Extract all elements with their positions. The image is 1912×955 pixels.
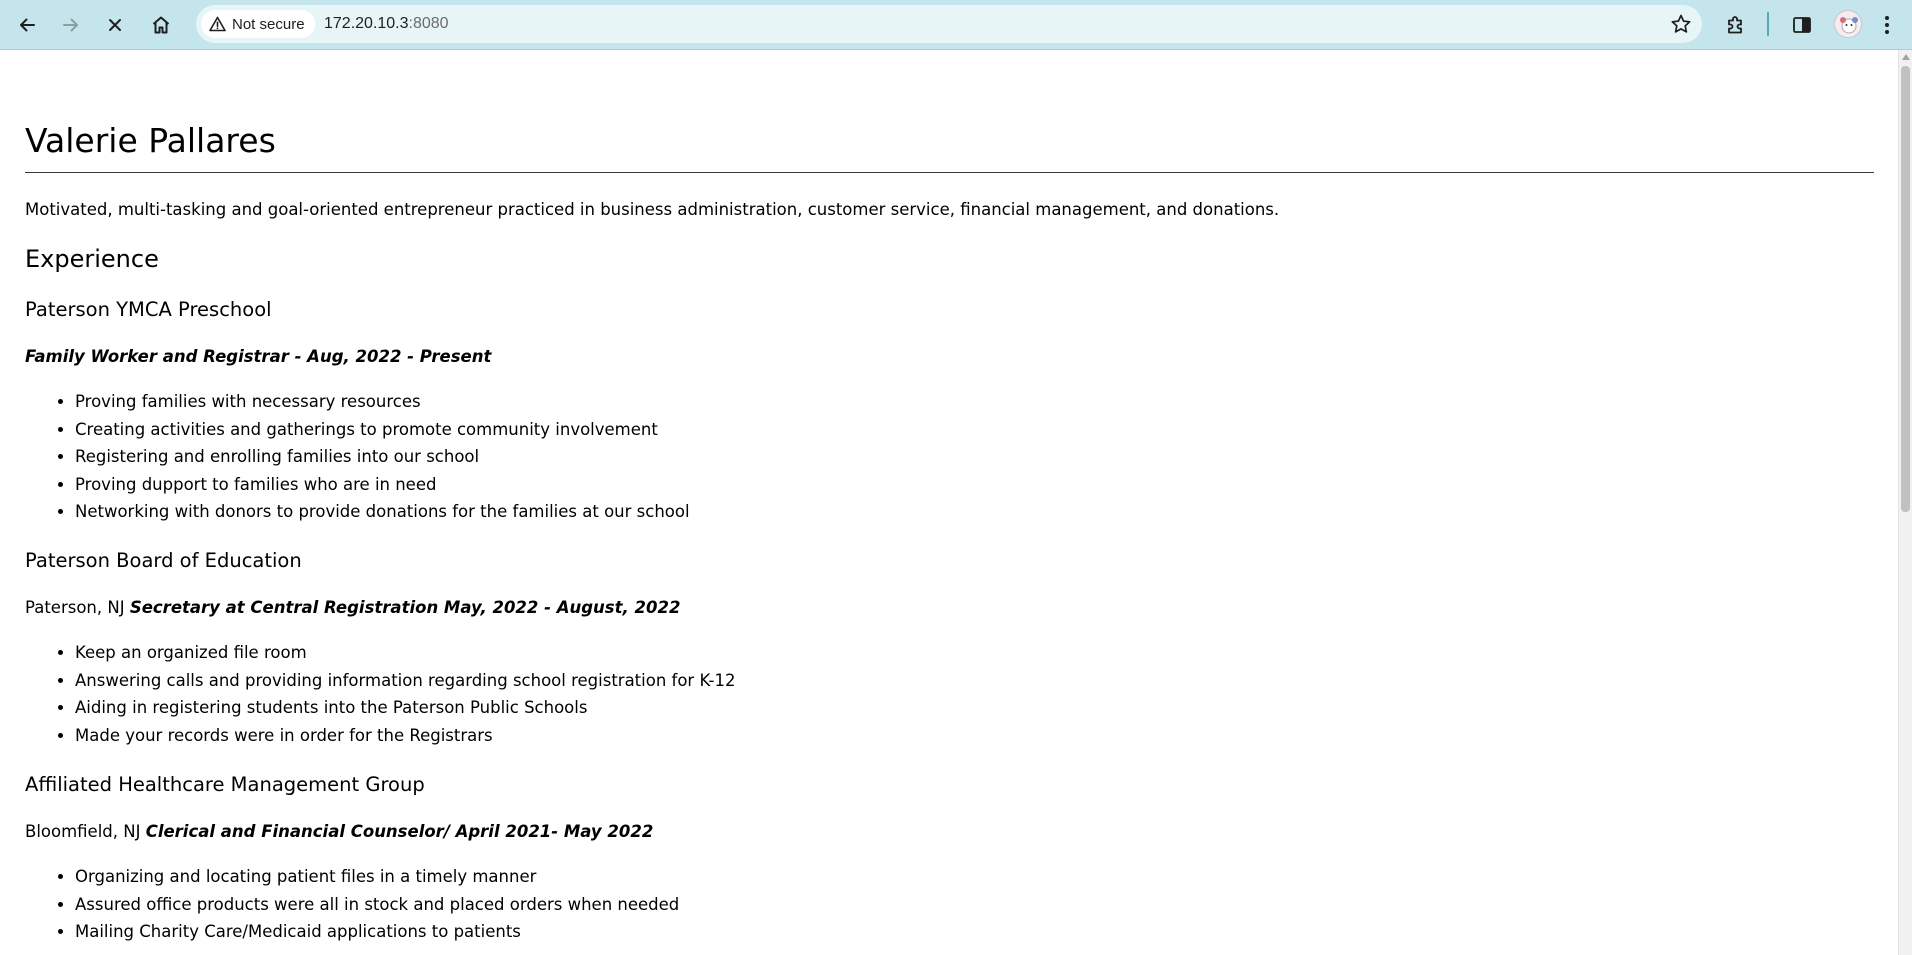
- job-role-line: Bloomfield, NJ Clerical and Financial Co…: [25, 820, 653, 844]
- url-text[interactable]: 172.20.10.3:8080: [324, 5, 449, 43]
- close-icon: [109, 19, 121, 31]
- avatar-image: [1835, 11, 1861, 37]
- toolbar-divider: [1767, 12, 1769, 36]
- stop-loading-button[interactable]: [96, 6, 134, 44]
- list-item: Made your records were in order for the …: [75, 722, 736, 750]
- heading-rule: [25, 172, 1874, 173]
- list-item: Assured office products were all in stoc…: [75, 891, 679, 919]
- job-title: Family Worker and Registrar - Aug, 2022 …: [25, 347, 492, 366]
- site-info-chip[interactable]: Not secure: [201, 10, 315, 38]
- arrow-left-icon: [20, 18, 35, 32]
- job-organization: Affiliated Healthcare Management Group: [25, 773, 425, 796]
- experience-heading: Experience: [25, 245, 159, 273]
- security-label: Not secure: [232, 15, 305, 33]
- job-organization: Paterson YMCA Preschool: [25, 298, 272, 321]
- side-panel-icon: [1793, 17, 1811, 33]
- arrow-right-icon: [63, 18, 78, 32]
- browser-menu-button[interactable]: [1872, 6, 1902, 44]
- job-duties-list: Proving families with necessary resource…: [25, 388, 690, 526]
- scrollbar-thumb[interactable]: [1901, 66, 1910, 512]
- list-item: Mailing Charity Care/Medicaid applicatio…: [75, 918, 679, 946]
- list-item: Registering and enrolling families into …: [75, 443, 690, 471]
- puzzle-icon: [1728, 16, 1742, 34]
- browser-toolbar: Not secure 172.20.10.3:8080: [0, 0, 1912, 50]
- address-bar[interactable]: Not secure 172.20.10.3:8080: [196, 5, 1702, 43]
- back-button[interactable]: [8, 6, 46, 44]
- list-item: Answering calls and providing informatio…: [75, 667, 736, 695]
- page-scrollbar[interactable]: [1898, 50, 1912, 955]
- warning-icon: [209, 16, 226, 32]
- list-item: Keep an organized file room: [75, 639, 736, 667]
- list-item: Networking with donors to provide donati…: [75, 498, 690, 526]
- job-title: Clerical and Financial Counselor/ April …: [145, 822, 654, 841]
- job-role-line: Paterson, NJ Secretary at Central Regist…: [25, 596, 680, 620]
- job-title: Secretary at Central Registration May, 2…: [129, 598, 681, 617]
- side-panel-button[interactable]: [1783, 6, 1821, 44]
- list-item: Aiding in registering students into the …: [75, 694, 736, 722]
- resume-summary: Motivated, multi-tasking and goal-orient…: [25, 200, 1280, 219]
- job-duties-list: Organizing and locating patient files in…: [25, 863, 679, 946]
- list-item: Creating activities and gatherings to pr…: [75, 416, 690, 444]
- page-viewport: Valerie Pallares Motivated, multi-taskin…: [0, 50, 1898, 955]
- extensions-button[interactable]: [1717, 6, 1755, 44]
- forward-button[interactable]: [52, 6, 90, 44]
- home-icon: [152, 16, 170, 34]
- resume-name: Valerie Pallares: [25, 121, 276, 160]
- job-location: Paterson, NJ: [25, 598, 125, 617]
- more-vert-icon: [1885, 16, 1889, 34]
- job-role-line: Family Worker and Registrar - Aug, 2022 …: [25, 345, 491, 369]
- bookmark-button[interactable]: [1662, 5, 1700, 43]
- job-organization: Paterson Board of Education: [25, 549, 302, 572]
- scroll-up-arrow-icon[interactable]: [1902, 54, 1910, 60]
- star-icon: [1671, 14, 1691, 33]
- home-button[interactable]: [142, 6, 180, 44]
- list-item: Organizing and locating patient files in…: [75, 863, 679, 891]
- job-location: Bloomfield, NJ: [25, 822, 141, 841]
- profile-avatar[interactable]: [1834, 10, 1862, 38]
- url-port: :8080: [408, 15, 449, 32]
- list-item: Proving families with necessary resource…: [75, 388, 690, 416]
- list-item: Proving dupport to families who are in n…: [75, 471, 690, 499]
- url-host: 172.20.10.3: [324, 15, 409, 32]
- job-duties-list: Keep an organized file room Answering ca…: [25, 639, 736, 749]
